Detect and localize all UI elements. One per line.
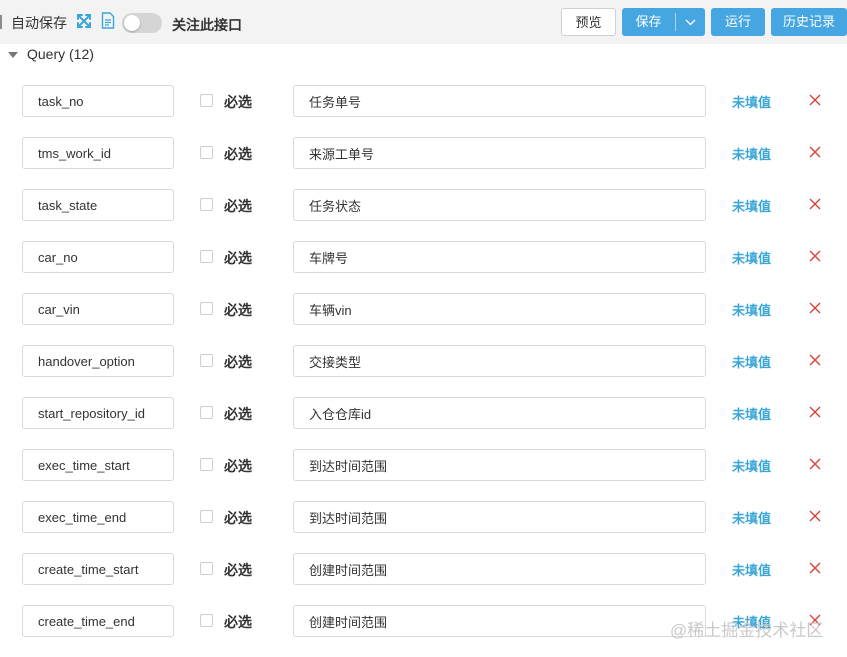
param-desc-input[interactable] bbox=[293, 397, 706, 429]
required-checkbox[interactable] bbox=[200, 614, 213, 627]
param-row: 必选 未填值 bbox=[0, 397, 847, 429]
preview-button[interactable]: 预览 bbox=[561, 8, 616, 36]
param-row: 必选 未填值 bbox=[0, 85, 847, 117]
query-section-header[interactable] bbox=[0, 44, 847, 66]
param-row: 必选 未填值 bbox=[0, 449, 847, 481]
param-row: 必选 未填值 bbox=[0, 241, 847, 273]
param-desc-input[interactable] bbox=[293, 137, 706, 169]
unset-value-link[interactable]: 未填值 bbox=[732, 92, 771, 111]
required-label: 必选 bbox=[224, 614, 252, 630]
close-icon[interactable] bbox=[809, 302, 821, 314]
required-checkbox[interactable] bbox=[200, 354, 213, 367]
param-desc-input[interactable] bbox=[293, 553, 706, 585]
unset-value-link[interactable]: 未填值 bbox=[732, 196, 771, 215]
required-label: 必选 bbox=[224, 458, 252, 474]
required-checkbox[interactable] bbox=[200, 302, 213, 315]
toolbar-edge bbox=[0, 15, 2, 29]
param-row: 必选 未填值 bbox=[0, 501, 847, 533]
unset-value-link[interactable]: 未填值 bbox=[732, 248, 771, 267]
param-name-input[interactable] bbox=[22, 241, 174, 273]
required-label: 必选 bbox=[224, 250, 252, 266]
param-row: 必选 未填值 bbox=[0, 189, 847, 221]
close-icon[interactable] bbox=[809, 510, 821, 522]
unset-value-link[interactable]: 未填值 bbox=[732, 560, 771, 579]
param-name-input[interactable] bbox=[22, 553, 174, 585]
required-checkbox[interactable] bbox=[200, 94, 213, 107]
param-row: 必选 未填值 bbox=[0, 293, 847, 325]
unset-value-link[interactable]: 未填值 bbox=[732, 144, 771, 163]
document-icon[interactable] bbox=[101, 12, 115, 29]
follow-label: 关注此接口 bbox=[172, 17, 242, 33]
query-section-title: Query (12) bbox=[27, 46, 94, 62]
param-name-input[interactable] bbox=[22, 85, 174, 117]
param-name-input[interactable] bbox=[22, 397, 174, 429]
close-icon[interactable] bbox=[809, 406, 821, 418]
param-desc-input[interactable] bbox=[293, 85, 706, 117]
collapse-triangle-icon[interactable] bbox=[8, 52, 18, 58]
history-button[interactable]: 历史记录 bbox=[771, 8, 847, 36]
required-label: 必选 bbox=[224, 302, 252, 318]
param-desc-input[interactable] bbox=[293, 241, 706, 273]
required-label: 必选 bbox=[224, 354, 252, 370]
unset-value-link[interactable]: 未填值 bbox=[732, 456, 771, 475]
param-name-input[interactable] bbox=[22, 605, 174, 637]
param-name-input[interactable] bbox=[22, 345, 174, 377]
required-label: 必选 bbox=[224, 406, 252, 422]
param-name-input[interactable] bbox=[22, 501, 174, 533]
param-desc-input[interactable] bbox=[293, 501, 706, 533]
watermark: @稀土掘金技术社区 bbox=[670, 621, 824, 640]
autosave-label: 自动保存 bbox=[11, 15, 67, 31]
toggle-knob bbox=[124, 15, 140, 31]
param-row: 必选 未填值 bbox=[0, 345, 847, 377]
required-checkbox[interactable] bbox=[200, 510, 213, 523]
required-label: 必选 bbox=[224, 562, 252, 578]
param-desc-input[interactable] bbox=[293, 449, 706, 481]
param-row: 必选 未填值 bbox=[0, 553, 847, 585]
param-desc-input[interactable] bbox=[293, 189, 706, 221]
toolbar: 自动保存 关注此接口 预览 保存 运行 历史记录 bbox=[0, 0, 847, 44]
close-icon[interactable] bbox=[809, 354, 821, 366]
param-desc-input[interactable] bbox=[293, 605, 706, 637]
close-icon[interactable] bbox=[809, 250, 821, 262]
close-icon[interactable] bbox=[809, 458, 821, 470]
param-row: 必选 未填值 bbox=[0, 137, 847, 169]
param-name-input[interactable] bbox=[22, 293, 174, 325]
close-icon[interactable] bbox=[809, 146, 821, 158]
required-checkbox[interactable] bbox=[200, 198, 213, 211]
required-checkbox[interactable] bbox=[200, 250, 213, 263]
param-desc-input[interactable] bbox=[293, 345, 706, 377]
required-label: 必选 bbox=[224, 94, 252, 110]
unset-value-link[interactable]: 未填值 bbox=[732, 508, 771, 527]
unset-value-link[interactable]: 未填值 bbox=[732, 352, 771, 371]
required-checkbox[interactable] bbox=[200, 406, 213, 419]
required-checkbox[interactable] bbox=[200, 146, 213, 159]
unset-value-link[interactable]: 未填值 bbox=[732, 404, 771, 423]
run-button[interactable]: 运行 bbox=[711, 8, 765, 36]
param-name-input[interactable] bbox=[22, 189, 174, 221]
close-icon[interactable] bbox=[809, 562, 821, 574]
required-checkbox[interactable] bbox=[200, 458, 213, 471]
save-button[interactable]: 保存 bbox=[622, 8, 705, 36]
save-button-label: 保存 bbox=[635, 14, 662, 29]
required-label: 必选 bbox=[224, 146, 252, 162]
param-name-input[interactable] bbox=[22, 449, 174, 481]
expand-arrows-icon[interactable] bbox=[76, 13, 92, 29]
chevron-down-icon[interactable] bbox=[676, 8, 705, 36]
close-icon[interactable] bbox=[809, 94, 821, 106]
unset-value-link[interactable]: 未填值 bbox=[732, 300, 771, 319]
required-label: 必选 bbox=[224, 510, 252, 526]
required-label: 必选 bbox=[224, 198, 252, 214]
param-desc-input[interactable] bbox=[293, 293, 706, 325]
param-name-input[interactable] bbox=[22, 137, 174, 169]
required-checkbox[interactable] bbox=[200, 562, 213, 575]
close-icon[interactable] bbox=[809, 198, 821, 210]
follow-toggle[interactable] bbox=[122, 13, 162, 33]
